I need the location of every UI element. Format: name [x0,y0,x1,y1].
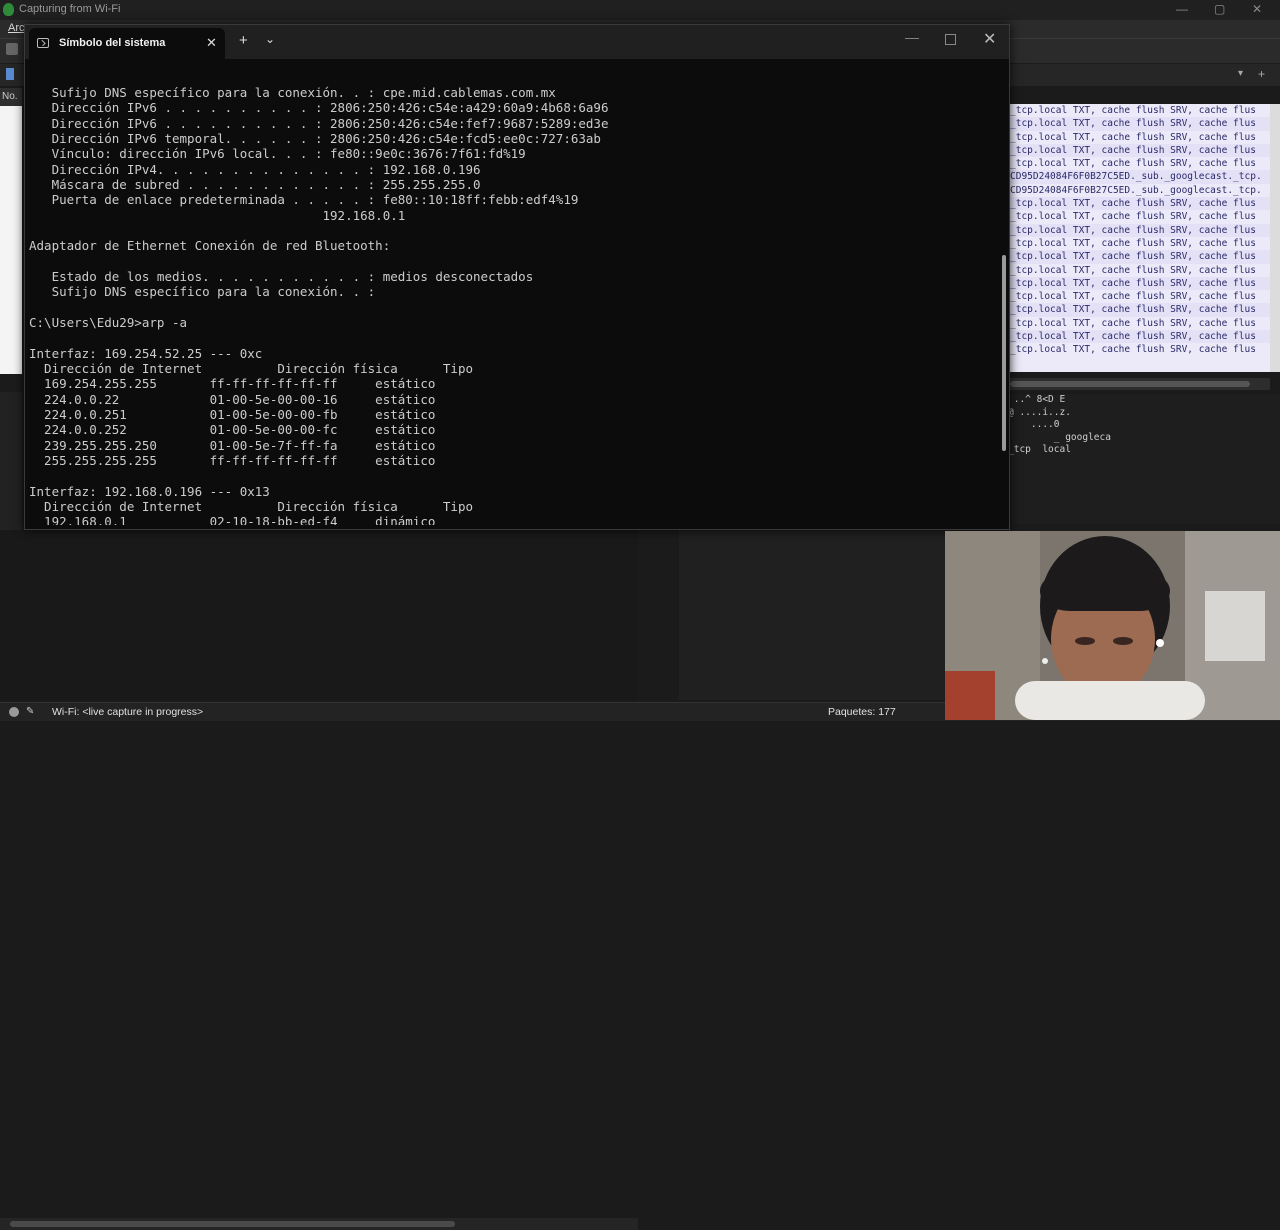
packet-row[interactable]: _tcp.local TXT, cache flush SRV, cache f… [1008,250,1270,264]
terminal-line: 169.254.255.255 ff-ff-ff-ff-ff-ff estáti… [29,376,436,392]
terminal-line: Estado de los medios. . . . . . . . . . … [29,268,534,284]
maximize-icon[interactable] [945,34,956,45]
minimize-icon[interactable]: — [1176,2,1188,16]
hscroll-thumb[interactable] [1010,381,1250,387]
packet-list-left[interactable] [0,106,22,374]
bytes-row: @ ....i..z. [1008,406,1071,418]
packet-row[interactable]: _tcp.local TXT, cache flush SRV, cache f… [1008,210,1270,223]
terminal-line: 224.0.0.251 01-00-5e-00-00-fb estático [29,406,436,422]
capture-status-text: Wi-Fi: <live capture in progress> [52,706,204,718]
terminal-line: Dirección de Internet Dirección física T… [29,498,474,514]
packet-details-pane[interactable] [0,392,22,532]
lower-hscrollbar[interactable] [0,1218,638,1230]
webcam-image [945,531,1280,720]
terminal-line: Vínculo: dirección IPv6 local. . . : fe8… [29,146,526,162]
column-header-no[interactable]: No. [0,88,22,106]
terminal-line: 192.168.0.1 02-10-18-bb-ed-f4 dinámico [29,514,436,525]
terminal-line: Máscara de subred . . . . . . . . . . . … [29,176,481,192]
packet-row[interactable]: _tcp.local TXT, cache flush SRV, cache f… [1008,104,1270,117]
terminal-line: Interfaz: 169.254.52.25 --- 0xc [29,345,263,361]
terminal-line: Interfaz: 192.168.0.196 --- 0x13 [29,483,270,499]
packet-row[interactable]: _tcp.local TXT, cache flush SRV, cache f… [1008,330,1270,344]
packet-row[interactable]: _tcp.local TXT, cache flush SRV, cache f… [1008,117,1270,131]
wireshark-logo-icon [3,3,14,16]
packet-row[interactable]: _tcp.local TXT, cache flush SRV, cache f… [1008,197,1270,211]
packet-row[interactable]: _tcp.local TXT, cache flush SRV, cache f… [1008,303,1270,317]
terminal-line: 239.255.255.250 01-00-5e-7f-ff-fa estáti… [29,437,436,453]
bytes-row: ....0 [1008,419,1060,430]
packet-row[interactable]: _tcp.local TXT, cache flush SRV, cache f… [1008,237,1270,250]
packet-row[interactable]: CD95D24084F6F0B27C5ED._sub._googlecast._… [1008,184,1270,197]
packet-count: Paquetes: 177 [828,706,896,718]
chevron-down-icon[interactable]: ▾ [1238,68,1243,79]
terminal-line: 224.0.0.22 01-00-5e-00-00-16 estático [29,391,436,407]
terminal-line: Dirección IPv4. . . . . . . . . . . . . … [29,161,481,177]
packet-bytes-pane[interactable]: ..^ 8<D E @ ....i..z. ....0 _ googleca _tc… [1008,394,1280,524]
terminal-line: Dirección IPv6 temporal. . . . . . : 280… [29,130,601,146]
new-tab-icon[interactable]: + [239,32,248,49]
terminal-line: Puerta de enlace predeterminada . . . . … [29,192,579,208]
packet-list[interactable]: _tcp.local TXT, cache flush SRV, cache f… [1008,104,1270,372]
terminal-window[interactable]: Símbolo del sistema ✕ + ⌄ — ✕ Sufijo DNS… [24,24,1010,530]
packet-row[interactable]: _tcp.local TXT, cache flush SRV, cache f… [1008,143,1270,158]
terminal-line: Adaptador de Ethernet Conexión de red Bl… [29,238,391,254]
bytes-row: ..^ 8<D E [1008,394,1066,405]
terminal-tabbar: Símbolo del sistema ✕ + ⌄ — ✕ [25,25,1009,59]
tab-close-icon[interactable]: ✕ [206,35,217,51]
terminal-line: 192.168.0.1 [29,207,406,223]
tab-title: Símbolo del sistema [59,37,166,49]
menu-archivo[interactable]: Arc [8,22,25,34]
terminal-line: 255.255.255.255 ff-ff-ff-ff-ff-ff estáti… [29,452,436,468]
lower-hscroll-thumb[interactable] [10,1221,455,1227]
terminal-line: Sufijo DNS específico para la conexión. … [29,284,376,300]
terminal-line: Dirección IPv6 . . . . . . . . . . : 280… [29,100,609,116]
close-icon[interactable]: ✕ [983,29,996,49]
shark-fin-icon[interactable] [6,43,18,55]
wireshark-window-title: Capturing from Wi-Fi [19,3,121,15]
packet-row[interactable]: _tcp.local TXT, cache flush SRV, cache f… [1008,343,1270,356]
packet-list-scrollbar[interactable] [1270,104,1280,372]
terminal-line: 224.0.0.252 01-00-5e-00-00-fc estático [29,422,436,438]
maximize-icon[interactable]: ▢ [1214,2,1225,16]
packet-row[interactable]: _tcp.local TXT, cache flush SRV, cache f… [1008,264,1270,277]
packet-row[interactable]: _tcp.local TXT, cache flush SRV, cache f… [1008,157,1270,170]
terminal-line: Dirección IPv6 . . . . . . . . . . : 280… [29,115,609,131]
edit-comment-icon[interactable]: ✎ [26,706,38,718]
minimize-icon[interactable]: — [905,29,919,45]
tab-command-prompt[interactable]: Símbolo del sistema ✕ [29,28,225,59]
lower-pane-mid [679,530,945,700]
packet-row[interactable]: _tcp.local TXT, cache flush SRV, cache f… [1008,276,1270,291]
wireshark-titlebar: Capturing from Wi-Fi — ▢ ✕ [0,0,1280,20]
packet-row[interactable]: CD95D24084F6F0B27C5ED._sub._googlecast._… [1008,170,1270,184]
terminal-line: Dirección de Internet Dirección física T… [29,360,474,376]
terminal-output[interactable]: Sufijo DNS específico para la conexión. … [29,79,999,525]
bytes-row: _tcp local [1008,444,1071,455]
capture-status-icon[interactable] [9,707,19,717]
add-filter-icon[interactable]: + [1258,67,1265,81]
lower-pane-left [0,530,638,1230]
bookmark-icon[interactable] [6,68,14,80]
terminal-icon [37,38,49,48]
packet-row[interactable]: _tcp.local TXT, cache flush SRV, cache f… [1008,290,1270,303]
close-icon[interactable]: ✕ [1252,2,1262,16]
packet-row[interactable]: _tcp.local TXT, cache flush SRV, cache f… [1008,131,1270,144]
packet-row[interactable]: _tcp.local TXT, cache flush SRV, cache f… [1008,317,1270,330]
chevron-down-icon[interactable]: ⌄ [265,32,275,46]
packet-row[interactable]: _tcp.local TXT, cache flush SRV, cache f… [1008,223,1270,237]
packet-list-hscrollbar[interactable] [1008,378,1270,390]
terminal-scrollbar[interactable] [1002,255,1006,451]
terminal-line: Sufijo DNS específico para la conexión. … [29,85,556,100]
bytes-row: _ googleca [1008,431,1111,443]
terminal-line: C:\Users\Edu29>arp -a [29,314,188,330]
webcam-overlay [945,531,1280,720]
